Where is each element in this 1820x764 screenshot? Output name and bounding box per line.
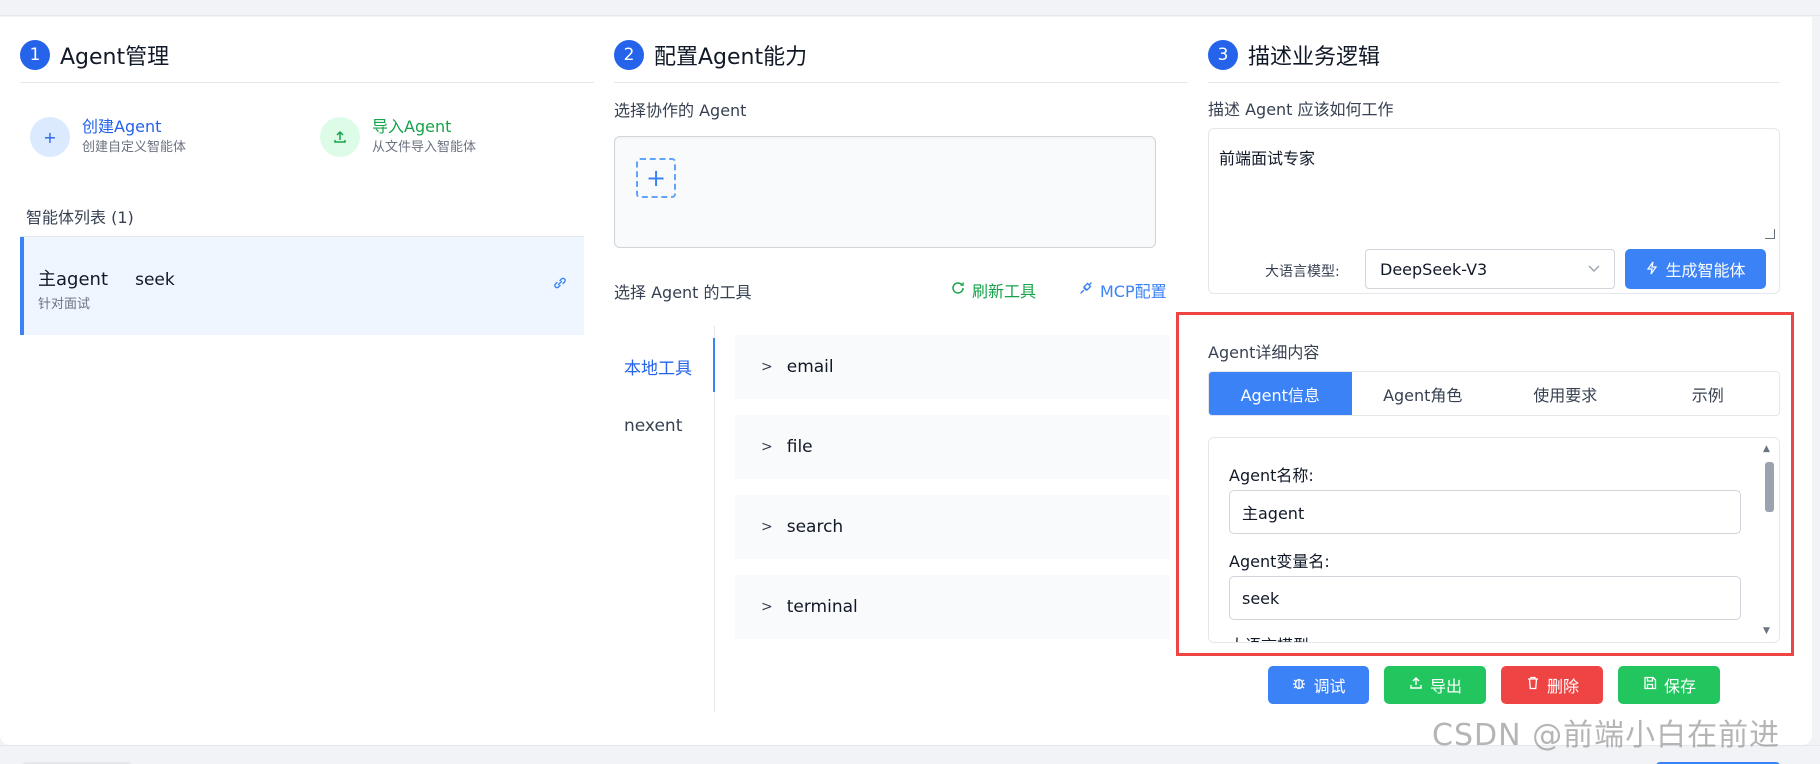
model-field-label: 大语言模型:: [1229, 632, 1314, 642]
export-label: 导出: [1429, 677, 1462, 696]
debug-button[interactable]: 调试: [1268, 666, 1369, 704]
save-button[interactable]: 保存: [1618, 666, 1720, 704]
import-agent-button[interactable]: 导入Agent 从文件导入智能体: [320, 116, 476, 158]
create-agent-title: 创建Agent: [82, 117, 162, 136]
delete-button[interactable]: 删除: [1501, 666, 1603, 704]
description-textarea[interactable]: 前端面试专家: [1219, 145, 1315, 169]
lightning-icon: [1645, 260, 1659, 279]
agent-var-input[interactable]: seek: [1229, 576, 1741, 620]
step-number: 2: [614, 40, 644, 70]
model-select[interactable]: DeepSeek-V3: [1365, 249, 1615, 289]
agent-detail-title: Agent详细内容: [1208, 343, 1320, 362]
divider: [20, 82, 594, 83]
tool-item-search[interactable]: > search: [735, 495, 1170, 559]
refresh-icon: [950, 280, 966, 300]
model-label: 大语言模型:: [1265, 264, 1340, 280]
mcp-config-button[interactable]: MCP配置: [1078, 278, 1167, 302]
export-icon: [1408, 675, 1424, 695]
divider: [1208, 82, 1780, 83]
agent-var-name: seek: [135, 270, 175, 290]
agent-list-item[interactable]: 主agent seek 针对面试: [20, 237, 584, 335]
add-collab-agent-button[interactable]: +: [636, 158, 676, 198]
bug-icon: [1291, 675, 1307, 695]
tool-name: file: [786, 437, 813, 457]
side-tab-local-tools[interactable]: 本地工具: [624, 354, 692, 379]
tool-item-email[interactable]: > email: [735, 335, 1170, 399]
create-agent-subtitle: 创建自定义智能体: [82, 140, 187, 155]
save-icon: [1642, 675, 1658, 695]
mcp-config-label: MCP配置: [1100, 282, 1167, 301]
plus-icon: +: [30, 117, 70, 157]
tool-name: email: [786, 357, 834, 377]
top-strip: [0, 0, 1820, 16]
generate-agent-button[interactable]: 生成智能体: [1625, 249, 1766, 289]
step-number: 3: [1208, 40, 1238, 70]
describe-logic-header: 3 描述业务逻辑: [1208, 39, 1380, 71]
agent-description-box: 前端面试专家 大语言模型: DeepSeek-V3 生成智能体: [1208, 128, 1780, 294]
tool-name: terminal: [786, 597, 858, 617]
export-button[interactable]: 导出: [1384, 666, 1486, 704]
tab-agent-info[interactable]: Agent信息: [1209, 372, 1352, 415]
section-title: 描述业务逻辑: [1248, 45, 1381, 70]
refresh-tools-label: 刷新工具: [972, 282, 1037, 301]
scroll-down-icon[interactable]: ▼: [1763, 626, 1770, 636]
scroll-up-icon[interactable]: ▲: [1763, 444, 1770, 454]
trash-icon: [1525, 675, 1541, 695]
chevron-right-icon: >: [761, 599, 773, 615]
tab-agent-role[interactable]: Agent角色: [1352, 372, 1495, 415]
agent-name: 主agent: [38, 269, 108, 290]
tool-item-terminal[interactable]: > terminal: [735, 575, 1170, 639]
link-icon[interactable]: [552, 275, 568, 295]
side-tab-nexent[interactable]: nexent: [624, 416, 682, 436]
tool-item-file[interactable]: > file: [735, 415, 1170, 479]
tools-label: 选择 Agent 的工具: [614, 283, 752, 302]
chevron-down-icon: [1588, 262, 1600, 276]
chevron-right-icon: >: [761, 359, 773, 375]
collab-agent-label: 选择协作的 Agent: [614, 101, 747, 120]
configure-capability-header: 2 配置Agent能力: [614, 39, 807, 71]
upload-icon: [320, 117, 360, 157]
tab-examples[interactable]: 示例: [1637, 372, 1780, 415]
refresh-tools-button[interactable]: 刷新工具: [950, 278, 1036, 302]
debug-label: 调试: [1313, 677, 1346, 696]
tab-usage-requirements[interactable]: 使用要求: [1494, 372, 1637, 415]
step-number: 1: [20, 40, 50, 70]
plug-icon: [1078, 280, 1094, 300]
chevron-right-icon: >: [761, 439, 773, 455]
save-label: 保存: [1663, 677, 1696, 696]
import-agent-title: 导入Agent: [372, 117, 452, 136]
collab-agent-box: +: [614, 136, 1156, 248]
agent-var-label: Agent变量名:: [1229, 552, 1330, 571]
watermark: CSDN @前端小白在前进: [1432, 718, 1781, 753]
detail-tabs: Agent信息 Agent角色 使用要求 示例: [1208, 371, 1780, 416]
agent-list-label: 智能体列表 (1): [26, 208, 134, 227]
scrollbar-thumb[interactable]: [1765, 462, 1774, 512]
model-select-value: DeepSeek-V3: [1380, 259, 1488, 279]
chevron-right-icon: >: [761, 519, 773, 535]
agent-management-header: 1 Agent管理: [20, 39, 169, 71]
agent-description: 针对面试: [38, 297, 91, 312]
generate-agent-label: 生成智能体: [1665, 261, 1746, 280]
agent-name-input[interactable]: 主agent: [1229, 490, 1741, 534]
desc-label: 描述 Agent 应该如何工作: [1208, 100, 1394, 119]
resize-handle-icon[interactable]: [1765, 229, 1775, 239]
agent-info-form: Agent名称: 主agent Agent变量名: seek 大语言模型: ▲ …: [1208, 437, 1780, 643]
divider: [614, 82, 1188, 83]
agent-name-label: Agent名称:: [1229, 466, 1314, 485]
delete-label: 删除: [1546, 677, 1579, 696]
tool-name: search: [786, 517, 844, 537]
section-title: 配置Agent能力: [654, 45, 808, 70]
create-agent-button[interactable]: + 创建Agent 创建自定义智能体: [30, 116, 186, 158]
side-tab-active-indicator: [713, 338, 715, 392]
section-title: Agent管理: [60, 45, 170, 70]
import-agent-subtitle: 从文件导入智能体: [372, 140, 477, 155]
